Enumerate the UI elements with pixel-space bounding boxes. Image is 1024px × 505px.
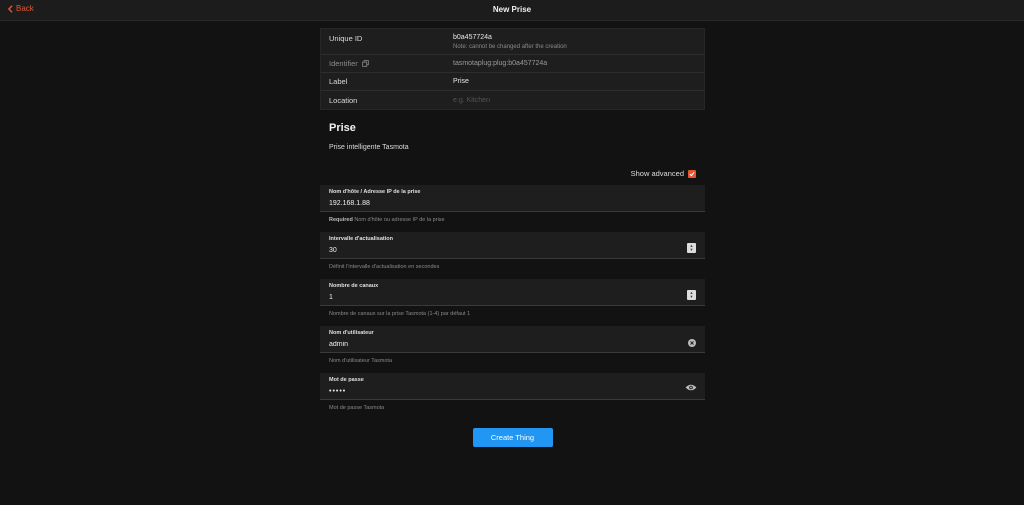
location-label: Location	[329, 95, 358, 105]
identifier-row: Identifier tasmotaplug:plug:b0a457724a	[321, 55, 704, 73]
refresh-input[interactable]	[329, 245, 669, 255]
identifier-value: tasmotaplug:plug:b0a457724a	[453, 60, 548, 67]
identifier-key: Identifier	[321, 59, 453, 68]
show-advanced-checkbox[interactable]	[688, 169, 696, 178]
username-helper: Nom d'utilisateur Tasmota	[329, 358, 393, 364]
password-field-label: Mot de passe	[329, 377, 364, 383]
unique-id-note: Note: cannot be changed after the creati…	[453, 44, 567, 50]
checkmark-icon	[689, 171, 695, 176]
password-field: Mot de passe	[320, 373, 705, 400]
refresh-helper: Définit l'intervalle d'actualisation en …	[329, 264, 440, 270]
required-tag: Required	[329, 217, 353, 223]
stepper-down-icon[interactable]: ▼	[690, 295, 694, 299]
thing-type-title: Prise	[329, 122, 356, 134]
refresh-stepper[interactable]: ▲ ▼	[687, 243, 696, 253]
channels-input[interactable]	[329, 292, 669, 302]
location-input[interactable]: e.g. Kitchen	[453, 97, 490, 104]
password-helper: Mot de passe Tasmota	[329, 405, 385, 411]
eye-icon[interactable]	[685, 383, 697, 392]
host-field: Nom d'hôte / Adresse IP de la prise	[320, 185, 705, 212]
refresh-field-label: Intervalle d'actualisation	[329, 236, 393, 242]
identifier-label: Identifier	[329, 59, 358, 68]
host-field-label: Nom d'hôte / Adresse IP de la prise	[329, 189, 421, 195]
page-title: New Prise	[492, 5, 532, 14]
username-input[interactable]	[329, 339, 669, 349]
show-advanced-label: Show advanced	[630, 169, 684, 178]
clear-icon[interactable]	[688, 339, 696, 347]
label-label: Label	[329, 77, 348, 86]
label-row: Label Prise	[321, 73, 704, 91]
show-advanced-toggle[interactable]: Show advanced	[320, 169, 705, 178]
copy-icon[interactable]	[361, 60, 369, 67]
location-row: Location e.g. Kitchen	[321, 91, 704, 109]
thing-info-table: Unique ID b0a457724a Note: cannot be cha…	[320, 28, 705, 110]
unique-id-row: Unique ID b0a457724a Note: cannot be cha…	[321, 29, 704, 55]
password-input[interactable]	[329, 386, 669, 396]
channels-stepper[interactable]: ▲ ▼	[687, 290, 696, 300]
host-helper: Required Nom d'hôte ou adresse IP de la …	[320, 217, 705, 223]
host-input[interactable]	[329, 198, 669, 208]
stepper-down-icon[interactable]: ▼	[690, 248, 694, 252]
main-content: Unique ID b0a457724a Note: cannot be cha…	[320, 28, 705, 447]
host-helper-text: Nom d'hôte ou adresse IP de la prise	[354, 217, 445, 223]
top-bar: Back New Prise	[0, 0, 1024, 21]
channels-field-label: Nombre de canaux	[329, 283, 379, 289]
label-value[interactable]: Prise	[453, 78, 469, 85]
username-field-label: Nom d'utilisateur	[329, 330, 374, 336]
channels-field: Nombre de canaux ▲ ▼	[320, 279, 705, 306]
channels-helper: Nombre de canaux sur la prise Tasmota (1…	[329, 311, 471, 317]
unique-id-value[interactable]: b0a457724a	[453, 34, 567, 41]
thing-type-description: Prise intelligente Tasmota	[329, 144, 409, 151]
refresh-field: Intervalle d'actualisation ▲ ▼	[320, 232, 705, 259]
unique-id-label: Unique ID	[329, 34, 363, 43]
username-field: Nom d'utilisateur	[320, 326, 705, 353]
create-thing-button[interactable]: Create Thing	[472, 428, 553, 447]
